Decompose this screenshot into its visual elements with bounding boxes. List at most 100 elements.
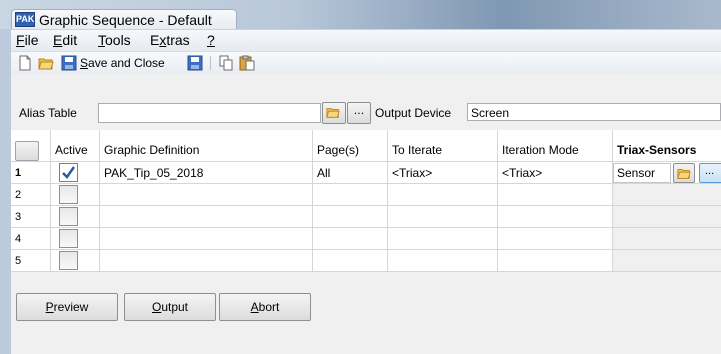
- button-bar: Preview Output Abort: [11, 290, 721, 354]
- to-iterate-cell[interactable]: [388, 228, 498, 250]
- active-checkbox[interactable]: [59, 229, 78, 248]
- copy-icon[interactable]: [218, 55, 234, 71]
- iteration-mode-cell[interactable]: [498, 184, 613, 206]
- save-and-close-label: ave and Close: [88, 56, 165, 70]
- grid-corner: [11, 130, 51, 162]
- menu-help[interactable]: ?: [207, 32, 215, 48]
- iteration-mode-cell[interactable]: [498, 228, 613, 250]
- to-iterate-cell[interactable]: <Triax>: [388, 162, 498, 184]
- menu-tools[interactable]: Tools: [98, 32, 131, 48]
- active-cell[interactable]: [51, 250, 100, 272]
- graphic-definition-cell[interactable]: PAK_Tip_05_2018: [100, 162, 313, 184]
- menu-bar: File Edit Tools Extras ?: [11, 29, 721, 51]
- col-header-active[interactable]: Active: [51, 130, 100, 162]
- triax-sensors-cell[interactable]: [613, 184, 721, 206]
- col-header-to-iterate[interactable]: To Iterate: [388, 130, 498, 162]
- menu-edit[interactable]: Edit: [53, 32, 77, 48]
- to-iterate-cell[interactable]: [388, 206, 498, 228]
- triax-sensors-cell[interactable]: Sensor ...: [613, 162, 721, 184]
- active-cell[interactable]: [51, 184, 100, 206]
- col-header-graphic-definition[interactable]: Graphic Definition: [100, 130, 313, 162]
- active-checkbox[interactable]: [59, 163, 78, 182]
- menu-extras[interactable]: Extras: [150, 32, 190, 48]
- sensor-more-button[interactable]: ...: [699, 163, 721, 183]
- iteration-mode-cell[interactable]: [498, 250, 613, 272]
- sensor-browse-button[interactable]: [673, 163, 695, 183]
- active-checkbox[interactable]: [59, 251, 78, 270]
- menu-file[interactable]: File: [16, 32, 39, 48]
- menu-help-accel: ?: [207, 32, 215, 48]
- pages-cell[interactable]: [313, 206, 388, 228]
- graphic-definition-cell[interactable]: [100, 228, 313, 250]
- open-folder-icon[interactable]: [38, 55, 54, 71]
- active-checkbox[interactable]: [59, 185, 78, 204]
- graphic-definition-cell[interactable]: [100, 250, 313, 272]
- row-number[interactable]: 5: [11, 250, 51, 272]
- save-icon[interactable]: [61, 55, 77, 71]
- triax-sensors-cell[interactable]: [613, 250, 721, 272]
- save-and-close-button[interactable]: Save and Close: [80, 56, 165, 70]
- app-logo-icon: PAK: [15, 12, 35, 27]
- col-header-iteration-mode[interactable]: Iteration Mode: [498, 130, 613, 162]
- row-number[interactable]: 3: [11, 206, 51, 228]
- output-label: utput: [161, 300, 189, 314]
- menu-edit-label: dit: [62, 32, 78, 48]
- save-icon[interactable]: [187, 55, 203, 71]
- active-cell[interactable]: [51, 228, 100, 250]
- output-button[interactable]: Output: [124, 293, 216, 321]
- triax-sensors-cell[interactable]: [613, 206, 721, 228]
- to-iterate-cell[interactable]: [388, 250, 498, 272]
- active-cell[interactable]: [51, 206, 100, 228]
- abort-button[interactable]: Abort: [219, 293, 311, 321]
- alias-row: Alias Table ... Output Device Screen: [11, 74, 721, 130]
- row-number[interactable]: 4: [11, 228, 51, 250]
- pages-cell[interactable]: All: [313, 162, 388, 184]
- pages-cell[interactable]: [313, 184, 388, 206]
- save-and-close-accel: S: [80, 56, 89, 70]
- preview-button[interactable]: Preview: [16, 293, 118, 321]
- menu-file-label: ile: [24, 32, 39, 48]
- window-title: Graphic Sequence - Default: [39, 12, 212, 28]
- output-device-label: Output Device: [375, 106, 452, 120]
- abort-label: bort: [258, 300, 280, 314]
- graphic-definition-cell[interactable]: [100, 206, 313, 228]
- row-number[interactable]: 2: [11, 184, 51, 206]
- preview-accel: P: [45, 300, 54, 314]
- to-iterate-cell[interactable]: [388, 184, 498, 206]
- open-folder-icon: [677, 169, 691, 179]
- iteration-mode-cell[interactable]: [498, 206, 613, 228]
- iteration-mode-cell[interactable]: <Triax>: [498, 162, 613, 184]
- row-number[interactable]: 1: [11, 162, 51, 184]
- alias-browse-button[interactable]: [322, 102, 346, 124]
- new-icon[interactable]: [17, 55, 33, 71]
- col-header-pages[interactable]: Page(s): [313, 130, 388, 162]
- pages-cell[interactable]: [313, 250, 388, 272]
- col-header-triax-sensors[interactable]: Triax-Sensors: [613, 130, 721, 162]
- toolbar-separator: [210, 56, 211, 70]
- active-checkbox[interactable]: [59, 207, 78, 226]
- graphic-sequence-window: PAK Graphic Sequence - Default File Edit…: [0, 0, 721, 354]
- sensor-input[interactable]: Sensor: [613, 163, 671, 183]
- checkmark-icon: [62, 166, 76, 179]
- alias-more-button[interactable]: ...: [347, 102, 371, 124]
- paste-icon[interactable]: [239, 55, 255, 71]
- pages-cell[interactable]: [313, 228, 388, 250]
- triax-sensors-cell[interactable]: [613, 228, 721, 250]
- output-device-select[interactable]: Screen: [467, 103, 721, 121]
- menu-tools-label: ools: [105, 32, 131, 48]
- preview-label: review: [53, 300, 89, 314]
- menu-extras-pre: E: [150, 32, 160, 48]
- sequence-grid: Active Graphic Definition Page(s) To Ite…: [11, 130, 721, 290]
- abort-accel: A: [250, 300, 259, 314]
- menu-file-accel: F: [16, 32, 25, 48]
- alias-table-input[interactable]: [98, 103, 321, 123]
- alias-table-label: Alias Table: [19, 106, 77, 120]
- toolbar: Save and Close: [11, 51, 721, 74]
- menu-tools-accel: T: [98, 32, 105, 48]
- menu-extras-label: tras: [166, 32, 190, 48]
- select-all-button[interactable]: [15, 141, 39, 161]
- menu-edit-accel: E: [53, 32, 63, 48]
- open-folder-icon: [326, 108, 340, 118]
- active-cell[interactable]: [51, 162, 100, 184]
- graphic-definition-cell[interactable]: [100, 184, 313, 206]
